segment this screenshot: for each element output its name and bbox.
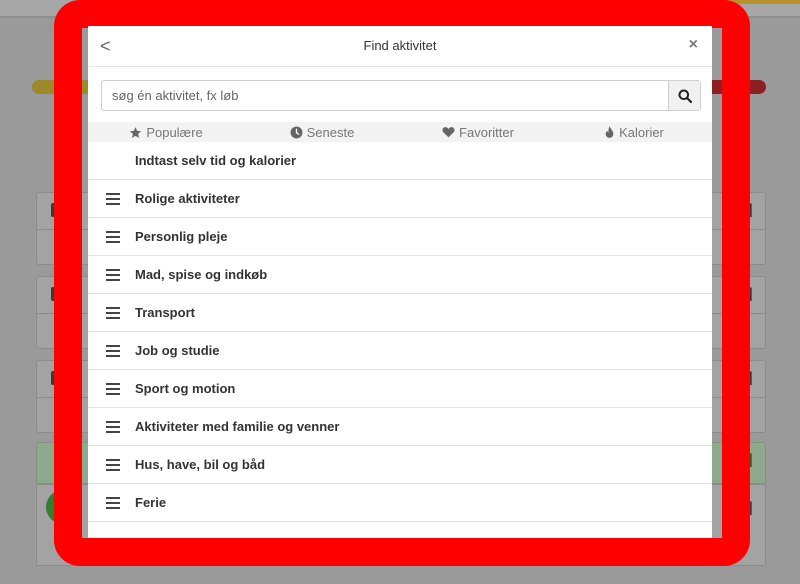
flame-icon <box>605 125 614 138</box>
tab-label: Kalorier <box>619 124 664 140</box>
list-item-label: Ferie <box>135 495 167 510</box>
menu-icon <box>106 306 120 319</box>
list-item-label: Hus, have, bil og båd <box>135 457 266 472</box>
menu-icon <box>106 230 120 243</box>
tab-favorites[interactable]: Favoritter <box>400 122 556 142</box>
search-button[interactable] <box>668 81 700 110</box>
modal-header: < Find aktivitet × <box>88 26 712 67</box>
menu-icon <box>106 192 120 205</box>
menu-icon <box>106 382 120 395</box>
list-item-category[interactable]: Rolige aktiviteter <box>88 180 712 218</box>
list-item-label: Indtast selv tid og kalorier <box>135 153 297 168</box>
tab-label: Populære <box>146 124 203 140</box>
list-item-category[interactable]: Transport <box>88 294 712 332</box>
menu-icon <box>106 344 120 357</box>
search-input[interactable] <box>102 81 668 110</box>
star-icon <box>130 126 142 138</box>
list-item-category[interactable]: Job og studie <box>88 332 712 370</box>
clock-icon <box>290 126 303 138</box>
list-item-category[interactable]: Sport og motion <box>88 370 712 408</box>
activity-category-list: Indtast selv tid og kalorier Rolige akti… <box>88 142 712 522</box>
heart-icon <box>442 127 455 138</box>
tab-label: Seneste <box>306 124 355 140</box>
find-activity-modal: < Find aktivitet × Populære Seneste Favo… <box>88 26 712 538</box>
list-item-label: Job og studie <box>135 343 220 358</box>
list-item-label: Rolige aktiviteter <box>135 191 240 206</box>
menu-icon <box>106 496 120 509</box>
list-item-label: Transport <box>135 305 195 320</box>
list-item-category[interactable]: Mad, spise og indkøb <box>88 256 712 294</box>
list-item-category[interactable]: Personlig pleje <box>88 218 712 256</box>
tab-label: Favoritter <box>459 124 514 140</box>
menu-icon <box>106 268 120 281</box>
list-item-manual-entry[interactable]: Indtast selv tid og kalorier <box>88 142 712 180</box>
search-icon <box>678 89 692 103</box>
modal-title: Find aktivitet <box>363 38 437 53</box>
list-item-category[interactable]: Aktiviteter med familie og venner <box>88 408 712 446</box>
list-item-category[interactable]: Hus, have, bil og båd <box>88 446 712 484</box>
list-item-label: Personlig pleje <box>135 229 228 244</box>
close-button[interactable]: × <box>689 36 698 54</box>
list-item-label: Mad, spise og indkøb <box>135 267 268 282</box>
menu-icon <box>106 458 120 471</box>
tab-popular[interactable]: Populære <box>88 122 244 142</box>
search-bar <box>101 80 701 111</box>
list-item-category[interactable]: Ferie <box>88 484 712 522</box>
filter-tabs: Populære Seneste Favoritter Kalorier <box>88 122 712 142</box>
list-item-label: Aktiviteter med familie og venner <box>135 419 340 434</box>
tab-recent[interactable]: Seneste <box>244 122 400 142</box>
list-item-label: Sport og motion <box>135 381 236 396</box>
tab-calories[interactable]: Kalorier <box>556 122 712 142</box>
menu-icon <box>106 420 120 433</box>
